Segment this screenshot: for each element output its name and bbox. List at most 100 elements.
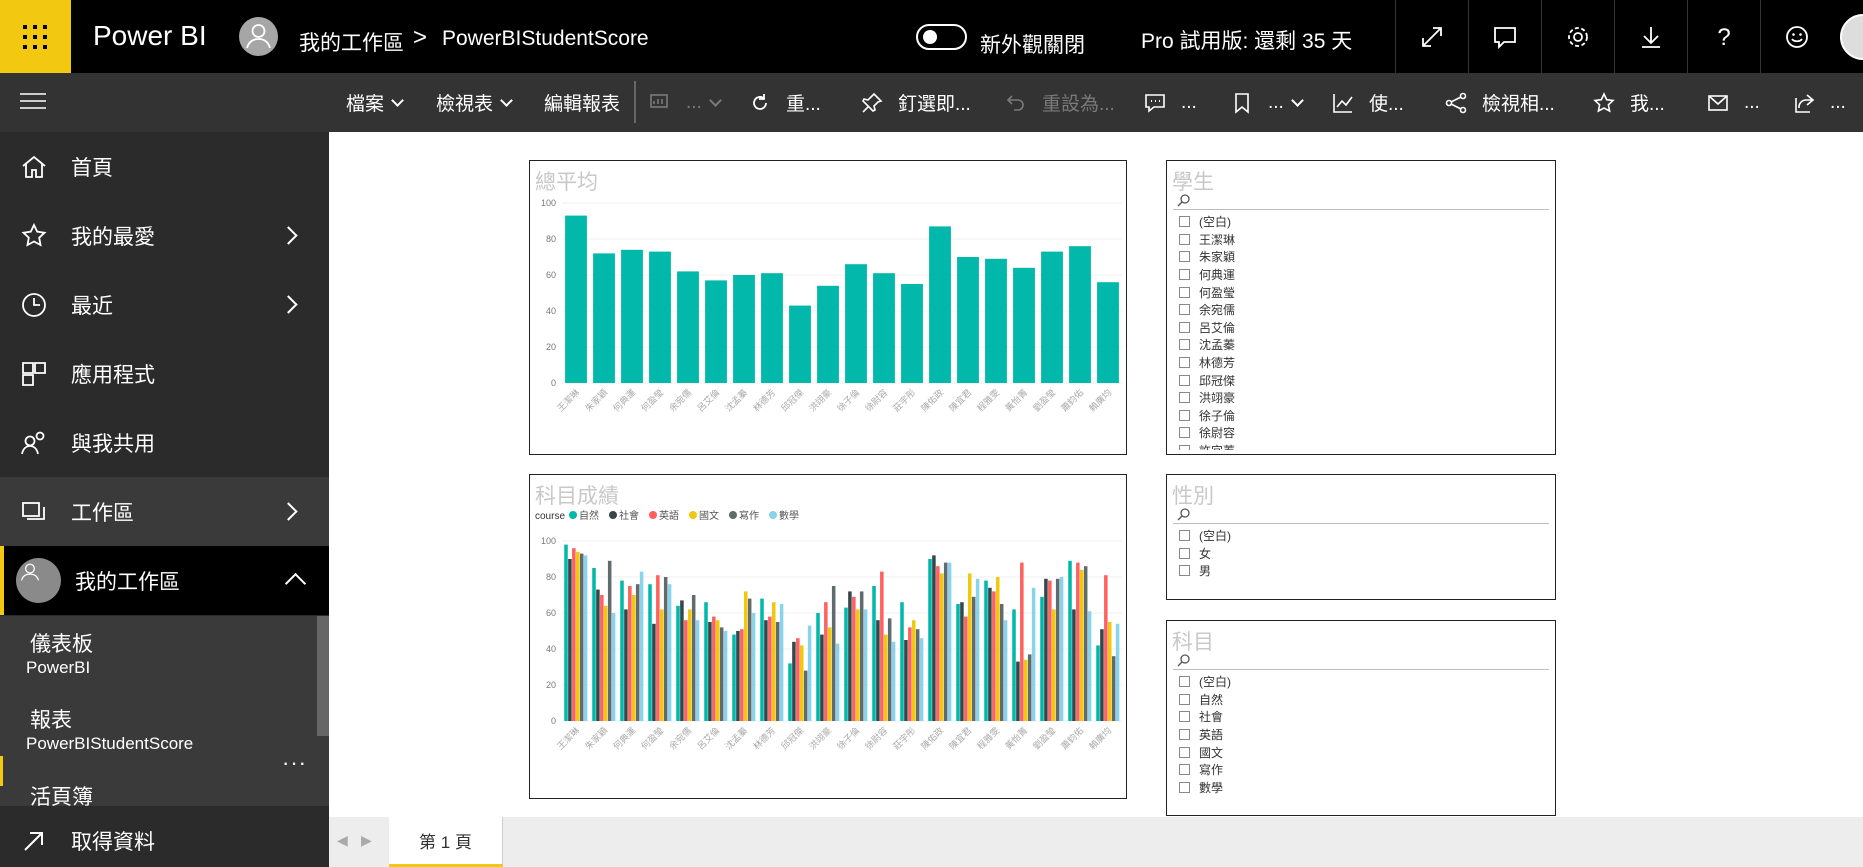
tab-scroll-right-icon[interactable]: ▶	[361, 832, 372, 849]
bookmarks-button[interactable]: ...	[1230, 73, 1304, 132]
slicer-item[interactable]: 寫作	[1179, 761, 1231, 779]
slicer-item[interactable]: (空白)	[1179, 527, 1231, 545]
sidebar-item-home[interactable]: 首頁	[0, 132, 329, 201]
view-menu[interactable]: 檢視表	[436, 73, 513, 132]
slicer-item[interactable]: 男	[1179, 562, 1231, 580]
checkbox[interactable]	[1179, 339, 1190, 351]
search-icon[interactable]	[1177, 653, 1191, 667]
average-score-visual[interactable]: 總平均 0 20 40 60 80 100 王潔琳 朱家穎 何典運 何盈瑩 余宛儒 呂艾倫 沈孟蓁 林德芳…	[529, 160, 1127, 455]
help-button[interactable]: ?	[1687, 0, 1760, 73]
scrollbar[interactable]	[317, 616, 329, 736]
slicer-item[interactable]: 英語	[1179, 726, 1231, 744]
slicer-item[interactable]: 徐子倫	[1179, 407, 1235, 425]
report-item[interactable]: PowerBIStudentScore	[26, 734, 193, 754]
share-button[interactable]: ...	[1792, 73, 1846, 132]
brand-title[interactable]: Power BI	[93, 20, 207, 52]
checkbox[interactable]	[1179, 269, 1190, 281]
student-slicer[interactable]: 學生 (空白) 王潔琳 朱家穎 何典運 何盈瑩 余宛儒 呂艾倫 沈孟蓁 林德芳 邱冠傑 洪翊豪 徐子倫…	[1166, 160, 1556, 455]
checkbox[interactable]	[1179, 251, 1190, 263]
checkbox[interactable]	[1179, 445, 1190, 450]
bar	[919, 638, 924, 721]
comments-button[interactable]: ...	[1143, 73, 1197, 132]
checkbox[interactable]	[1179, 374, 1190, 386]
slicer-item-label: 洪翊豪	[1199, 391, 1236, 406]
breadcrumb-report[interactable]: PowerBIStudentScore	[442, 27, 649, 51]
file-menu[interactable]: 檔案	[346, 73, 404, 132]
account-avatar[interactable]	[1840, 14, 1863, 60]
trial-status[interactable]: Pro 試用版: 還剩 35 天	[1141, 25, 1352, 55]
slicer-item[interactable]: 徐尉容	[1179, 424, 1235, 442]
slicer-item[interactable]: (空白)	[1179, 213, 1235, 231]
checkbox[interactable]	[1179, 693, 1190, 705]
sidebar-item-apps[interactable]: 應用程式	[0, 339, 329, 408]
subscribe-button[interactable]: ...	[1706, 73, 1760, 132]
dashboard-item[interactable]: PowerBI	[26, 658, 90, 678]
slicer-item[interactable]: 何盈瑩	[1179, 283, 1235, 301]
subject-score-visual[interactable]: 科目成績 0 20 40 60 80 100 王潔琳 朱家穎 何典運 何盈瑩 余宛儒 呂艾倫 沈孟蓁 林德…	[529, 474, 1127, 799]
checkbox[interactable]	[1179, 286, 1190, 298]
checkbox[interactable]	[1179, 321, 1190, 333]
slicer-item[interactable]: (空白)	[1179, 673, 1231, 691]
more-options-icon[interactable]: ···	[282, 750, 307, 776]
edit-report-button[interactable]: 編輯報表	[544, 73, 620, 132]
checkbox[interactable]	[1179, 547, 1190, 559]
breadcrumb-workspace[interactable]: 我的工作區	[299, 27, 404, 57]
sidebar-item-workspaces[interactable]: 工作區	[0, 477, 329, 546]
slicer-item[interactable]: 許宜蓁	[1179, 442, 1235, 450]
slicer-item[interactable]: 林德芳	[1179, 354, 1235, 372]
slicer-item[interactable]: 社會	[1179, 708, 1231, 726]
tab-scroll-left-icon[interactable]: ◀	[337, 832, 348, 849]
checkbox[interactable]	[1179, 427, 1190, 439]
usage-metrics-button[interactable]: 使...	[1331, 73, 1404, 132]
slicer-item[interactable]: 朱家穎	[1179, 248, 1235, 266]
checkbox[interactable]	[1179, 216, 1190, 228]
checkbox[interactable]	[1179, 233, 1190, 245]
checkbox[interactable]	[1179, 409, 1190, 421]
slicer-item[interactable]: 余宛儒	[1179, 301, 1235, 319]
slicer-item[interactable]: 國文	[1179, 743, 1231, 761]
slicer-item[interactable]: 洪翊豪	[1179, 389, 1235, 407]
settings-button[interactable]	[1541, 0, 1614, 73]
hamburger-menu-icon[interactable]	[20, 93, 46, 111]
download-button[interactable]	[1614, 0, 1687, 73]
notifications-button[interactable]	[1468, 0, 1541, 73]
sidebar-item-recent[interactable]: 最近	[0, 270, 329, 339]
slicer-item[interactable]: 自然	[1179, 691, 1231, 709]
refresh-button[interactable]: 重...	[748, 73, 821, 132]
checkbox[interactable]	[1179, 781, 1190, 793]
feedback-button[interactable]	[1760, 0, 1833, 73]
checkbox[interactable]	[1179, 729, 1190, 741]
sidebar-item-my-workspace[interactable]: 我的工作區	[0, 546, 329, 615]
checkbox[interactable]	[1179, 711, 1190, 723]
slicer-item[interactable]: 王潔琳	[1179, 231, 1235, 249]
search-icon[interactable]	[1177, 193, 1191, 207]
sidebar-item-shared[interactable]: 與我共用	[0, 408, 329, 477]
checkbox[interactable]	[1179, 530, 1190, 542]
sidebar-item-get-data[interactable]: 取得資料	[0, 806, 329, 867]
app-launcher-button[interactable]	[0, 0, 71, 73]
checkbox[interactable]	[1179, 676, 1190, 688]
slicer-item[interactable]: 何典運	[1179, 266, 1235, 284]
chevron-up-icon[interactable]	[284, 572, 307, 595]
slicer-item[interactable]: 女	[1179, 545, 1231, 563]
slicer-item[interactable]: 數學	[1179, 779, 1231, 797]
pin-live-button[interactable]: 釘選即...	[860, 73, 971, 132]
tab-page-1[interactable]: 第 1 頁	[389, 817, 503, 867]
slicer-item[interactable]: 邱冠傑	[1179, 371, 1235, 389]
checkbox[interactable]	[1179, 746, 1190, 758]
fullscreen-button[interactable]	[1395, 0, 1468, 73]
search-icon[interactable]	[1177, 507, 1191, 521]
gender-slicer[interactable]: 性別 (空白) 女男	[1166, 474, 1556, 600]
checkbox[interactable]	[1179, 357, 1190, 369]
favorite-button[interactable]: 我...	[1592, 73, 1665, 132]
sidebar-item-favorites[interactable]: 我的最愛	[0, 201, 329, 270]
slicer-item[interactable]: 沈孟蓁	[1179, 336, 1235, 354]
checkbox[interactable]	[1179, 565, 1190, 577]
checkbox[interactable]	[1179, 304, 1190, 316]
checkbox[interactable]	[1179, 392, 1190, 404]
subject-slicer[interactable]: 科目 (空白) 自然 社會 英語 國文 寫作 數學	[1166, 620, 1556, 816]
slicer-item[interactable]: 呂艾倫	[1179, 319, 1235, 337]
view-lineage-button[interactable]: 檢視相...	[1444, 73, 1555, 132]
new-look-toggle[interactable]	[916, 24, 967, 50]
checkbox[interactable]	[1179, 764, 1190, 776]
